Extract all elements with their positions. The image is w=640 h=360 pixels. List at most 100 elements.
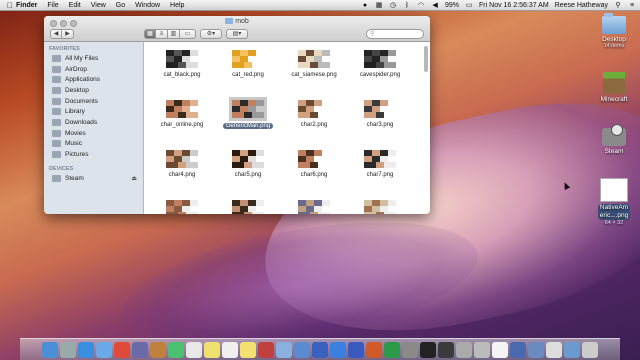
sidebar-item-documents[interactable]: Documents xyxy=(44,96,143,107)
file-item[interactable]: char_online.png xyxy=(150,100,214,128)
menubar-user[interactable]: Reese Hatheway xyxy=(555,2,608,9)
disk-icon[interactable] xyxy=(474,341,490,358)
photo-icon[interactable] xyxy=(168,341,184,358)
itunes-icon[interactable] xyxy=(132,341,148,358)
status-icon[interactable]: ● xyxy=(361,2,369,9)
battery-percent[interactable]: 99% xyxy=(445,2,459,9)
sidebar-item-all-my-files[interactable]: All My Files xyxy=(44,53,143,64)
file-item[interactable]: cavespider.png xyxy=(348,50,412,78)
sidebar-item-library[interactable]: Library xyxy=(44,106,143,117)
file-item[interactable]: cat_siamese.png xyxy=(282,50,346,78)
sidebar-item-movies[interactable]: Movies xyxy=(44,128,143,139)
eject-icon[interactable]: ⏏ xyxy=(131,175,137,182)
list-view-button[interactable]: ≡ xyxy=(156,28,168,39)
finder-titlebar[interactable]: mob ◀ ▶ ▦ ≡ ▥ ▭ ⚙▾ ▤▾ ⚲ xyxy=(44,16,430,42)
photobooth-icon[interactable] xyxy=(258,341,274,358)
downloads-icon[interactable] xyxy=(564,341,580,358)
file-item[interactable] xyxy=(282,200,346,214)
notes-icon[interactable] xyxy=(204,341,220,358)
menu-view[interactable]: View xyxy=(91,2,106,9)
sidebar-item-steam[interactable]: Steam ⏏ xyxy=(44,173,143,184)
sidebar-item-applications[interactable]: Applications xyxy=(44,74,143,85)
menu-edit[interactable]: Edit xyxy=(69,2,81,9)
file-item[interactable] xyxy=(348,200,412,214)
preview-icon[interactable] xyxy=(150,341,166,358)
time-machine-icon[interactable]: ◷ xyxy=(389,2,397,9)
vertical-scrollbar[interactable] xyxy=(424,46,428,72)
file-item[interactable]: cat_red.png xyxy=(216,50,280,78)
thumbnail-pixel xyxy=(318,162,330,168)
menu-window[interactable]: Window xyxy=(135,2,160,9)
calendar-icon[interactable] xyxy=(186,341,202,358)
wifi-icon[interactable]: ◠ xyxy=(417,2,425,9)
powerpoint-icon[interactable] xyxy=(366,341,382,358)
misc3-icon[interactable] xyxy=(546,341,562,358)
thumbnail-pixel xyxy=(244,212,252,214)
sidebar-item-pictures[interactable]: Pictures xyxy=(44,149,143,160)
sidebar-item-desktop[interactable]: Desktop xyxy=(44,85,143,96)
back-button[interactable]: ◀ xyxy=(50,28,62,39)
notification-center-icon[interactable]: ≡ xyxy=(628,2,636,9)
sidebar-item-airdrop[interactable]: AirDrop xyxy=(44,64,143,75)
textedit-icon[interactable] xyxy=(492,341,508,358)
stickies-icon[interactable] xyxy=(240,341,256,358)
menu-finder[interactable]: Finder xyxy=(16,2,37,9)
battery-icon[interactable]: ▭ xyxy=(465,2,473,9)
desktop-folder-item[interactable]: Desktop 14 items xyxy=(594,13,634,49)
spotlight-icon[interactable]: ⚲ xyxy=(614,2,622,9)
sysprefs-icon[interactable] xyxy=(402,341,418,358)
reminders-icon[interactable] xyxy=(222,341,238,358)
menubar-clock[interactable]: Fri Nov 16 2:56:37 AM xyxy=(479,2,549,9)
native-png-item[interactable]: NativeAm eric....png 64 × 32 xyxy=(594,178,634,226)
activity-icon[interactable] xyxy=(438,341,454,358)
misc2-icon[interactable] xyxy=(528,341,544,358)
safari-icon[interactable] xyxy=(78,341,94,358)
file-item[interactable]: char3.png xyxy=(348,100,412,128)
finder-icon[interactable] xyxy=(42,341,58,358)
sidebar-item-music[interactable]: Music xyxy=(44,139,143,150)
terminal-icon[interactable] xyxy=(420,341,436,358)
sidebar-item-downloads[interactable]: Downloads xyxy=(44,117,143,128)
trash-icon[interactable] xyxy=(582,341,598,358)
column-view-button[interactable]: ▥ xyxy=(168,28,180,39)
file-item[interactable]: GenericMan.png xyxy=(216,97,280,129)
file-item[interactable]: char6.png xyxy=(282,150,346,178)
itunes2-icon[interactable] xyxy=(312,341,328,358)
menu-file[interactable]: File xyxy=(47,2,58,9)
misc-icon[interactable] xyxy=(510,341,526,358)
utility-icon[interactable] xyxy=(456,341,472,358)
apple-menu-icon[interactable]:  xyxy=(4,1,16,10)
menu-help[interactable]: Help xyxy=(170,2,184,9)
appstore-icon[interactable] xyxy=(330,341,346,358)
iphoto-icon[interactable] xyxy=(294,341,310,358)
file-item[interactable] xyxy=(216,200,280,214)
file-item[interactable]: char2.png xyxy=(282,100,346,128)
thumbnail-pixel xyxy=(190,100,198,106)
arrange-button[interactable]: ▤▾ xyxy=(226,28,248,39)
minecraft-item[interactable]: Minecraft xyxy=(594,72,634,103)
icon-view-button[interactable]: ▦ xyxy=(144,28,156,39)
file-item[interactable]: char7.png xyxy=(348,150,412,178)
file-name: char2.png xyxy=(300,122,328,128)
action-gear-button[interactable]: ⚙▾ xyxy=(200,28,222,39)
file-item[interactable] xyxy=(150,200,214,214)
file-item[interactable]: cat_black.png xyxy=(150,50,214,78)
search-input[interactable]: ⚲ xyxy=(366,28,424,39)
mail2-icon[interactable] xyxy=(276,341,292,358)
forward-button[interactable]: ▶ xyxy=(62,28,74,39)
excel-icon[interactable] xyxy=(384,341,400,358)
grid-status-icon[interactable]: ▦ xyxy=(375,2,383,9)
volume-icon[interactable]: ◀ xyxy=(431,2,439,9)
menu-go[interactable]: Go xyxy=(116,2,125,9)
file-item[interactable]: char4.png xyxy=(150,150,214,178)
coverflow-view-button[interactable]: ▭ xyxy=(180,28,196,39)
launchpad-icon[interactable] xyxy=(60,341,76,358)
word-icon[interactable] xyxy=(348,341,364,358)
chrome-icon[interactable] xyxy=(114,341,130,358)
thumbnail-pixel xyxy=(310,162,318,168)
file-item[interactable]: char5.png xyxy=(216,150,280,178)
thumbnail-pixel xyxy=(244,112,252,118)
mail-icon[interactable] xyxy=(96,341,112,358)
steam-drive-item[interactable]: Steam xyxy=(594,124,634,155)
bluetooth-icon[interactable]: ᛒ xyxy=(403,2,411,9)
